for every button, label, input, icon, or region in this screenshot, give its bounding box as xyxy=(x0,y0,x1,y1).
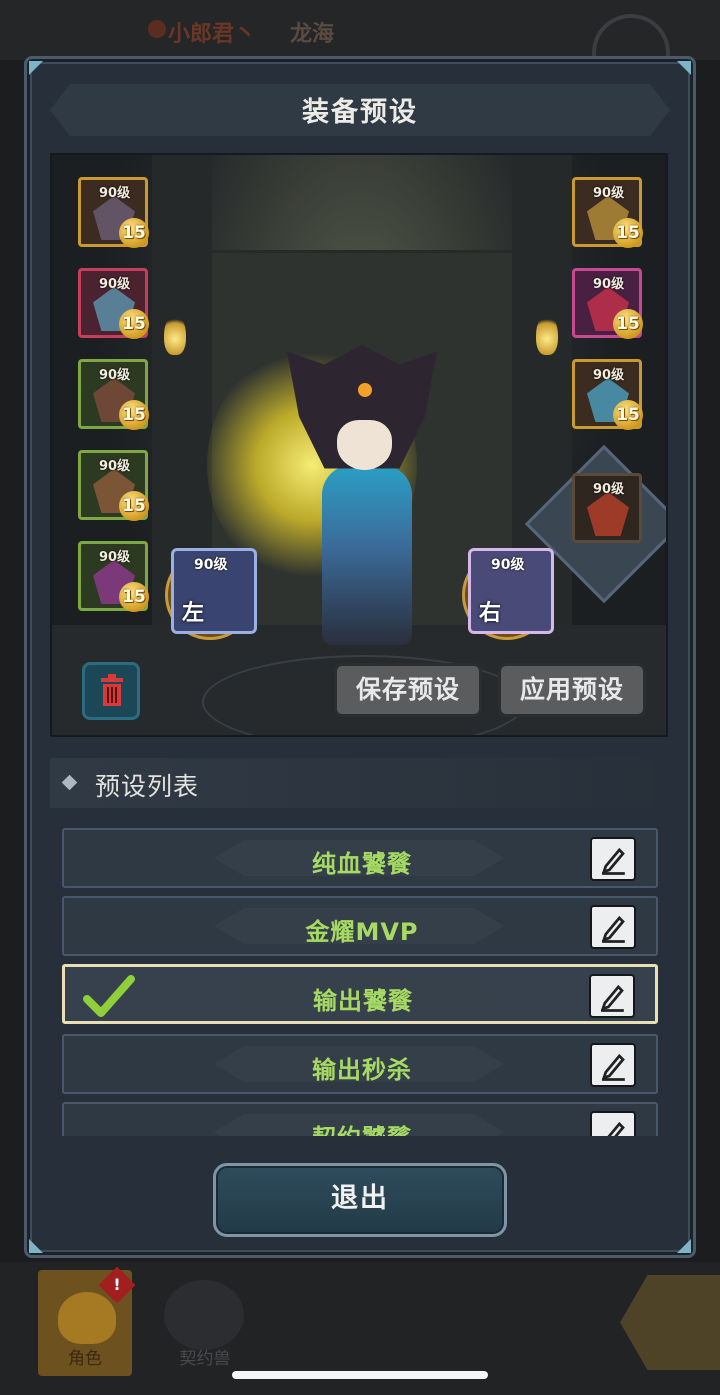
pencil-icon xyxy=(600,984,624,1012)
preset-name: 输出秒杀 xyxy=(312,1056,412,1084)
slot-level: 90级 xyxy=(99,550,131,565)
pencil-icon xyxy=(607,1121,625,1136)
corner-ornament xyxy=(677,1239,691,1253)
slot-level: 90级 xyxy=(593,368,625,383)
equip-slot-necklace[interactable]: 90级 15 xyxy=(572,359,643,430)
edit-preset-button[interactable] xyxy=(590,905,636,949)
weapon-level: 90级 xyxy=(491,557,525,573)
weapon-slot-left[interactable]: 90级 左 xyxy=(165,548,257,640)
apply-preset-button[interactable]: 应用预设 xyxy=(498,663,646,717)
equip-slot-cape[interactable]: 90级 15 xyxy=(78,541,149,612)
slot-level: 90级 xyxy=(99,459,131,474)
equip-slot-ring[interactable]: 90级 15 xyxy=(572,268,643,339)
weapon-side-label: 左 xyxy=(182,601,205,626)
slot-level: 90级 xyxy=(593,277,625,292)
enhance-badge: 15 xyxy=(119,218,149,248)
tab-contract-beast-label[interactable]: 契约兽 xyxy=(150,1344,260,1369)
preset-row[interactable]: 输出秒杀 xyxy=(62,1034,658,1094)
enhance-badge: 15 xyxy=(119,309,149,339)
hero-face xyxy=(337,420,392,470)
torch-icon xyxy=(536,315,558,355)
delete-preset-button[interactable] xyxy=(82,662,140,720)
character-preview: 90级 15 90级 15 90级 15 90级 15 90级 15 90级 1… xyxy=(50,153,668,737)
slot-level: 90级 xyxy=(99,277,131,292)
edit-preset-button[interactable] xyxy=(590,1111,636,1136)
preset-name: 纯血饕餮 xyxy=(312,850,412,878)
weapon-side-label: 右 xyxy=(479,601,502,626)
corner-ornament xyxy=(677,61,691,75)
slot-level: 90级 xyxy=(593,482,625,497)
preset-row-selected[interactable]: 输出饕餮 xyxy=(62,964,658,1024)
slot-level: 90级 xyxy=(99,186,131,201)
preset-list[interactable]: 纯血饕餮 金耀MVP 输出饕餮 输出秒杀 契约饕餮 xyxy=(62,828,658,1136)
enhance-badge: 15 xyxy=(119,582,149,612)
enhance-badge: 15 xyxy=(613,218,643,248)
diamond-bullet-icon xyxy=(61,774,78,791)
edit-preset-button[interactable] xyxy=(590,1043,636,1087)
preset-row[interactable]: 契约饕餮 xyxy=(62,1102,658,1136)
pencil-icon xyxy=(601,915,625,943)
equip-slot-shoulder[interactable]: 90级 15 xyxy=(78,359,149,430)
save-preset-button[interactable]: 保存预设 xyxy=(334,663,482,717)
torch-icon xyxy=(164,315,186,355)
weapon-slot-right[interactable]: 90级 右 xyxy=(462,548,554,640)
equip-slot-mount[interactable]: 90级 15 xyxy=(572,177,643,248)
slot-level: 90级 xyxy=(593,186,625,201)
guild-emblem-icon xyxy=(148,20,166,38)
equip-slot-gloves[interactable]: 90级 15 xyxy=(78,450,149,521)
enhance-badge: 15 xyxy=(119,491,149,521)
paw-icon[interactable] xyxy=(164,1280,244,1350)
preset-list-title: 预设列表 xyxy=(95,772,200,801)
character-tab-icon xyxy=(58,1292,116,1344)
preset-name: 金耀MVP xyxy=(305,918,419,946)
equip-slot-helmet[interactable]: 90级 15 xyxy=(78,177,149,248)
tab-character-label: 角色 xyxy=(68,1349,102,1369)
pencil-icon xyxy=(601,847,625,875)
player-name: 小郎君丶 xyxy=(168,22,257,47)
edit-preset-button[interactable] xyxy=(589,974,635,1018)
preset-row[interactable]: 纯血饕餮 xyxy=(62,828,658,888)
enhance-badge: 15 xyxy=(613,309,643,339)
helmet-eye-icon xyxy=(358,383,372,397)
corner-ornament xyxy=(29,61,43,75)
weapon-card-left: 90级 左 xyxy=(171,548,257,634)
alert-badge-text: ! xyxy=(113,1275,121,1294)
server-name: 龙海 xyxy=(290,22,335,47)
hero-body xyxy=(322,465,412,645)
weapon-card-right: 90级 右 xyxy=(468,548,554,634)
preset-row[interactable]: 金耀MVP xyxy=(62,896,658,956)
preset-name: 契约饕餮 xyxy=(64,1118,658,1136)
enhance-badge: 15 xyxy=(119,400,149,430)
equip-slot-armor[interactable]: 90级 15 xyxy=(78,268,149,339)
wing-icon xyxy=(587,492,629,536)
preset-list-header: 预设列表 xyxy=(50,758,670,808)
corner-ornament xyxy=(29,1239,43,1253)
pencil-icon xyxy=(601,1053,625,1081)
exit-button[interactable]: 退出 xyxy=(213,1163,507,1237)
slot-level: 90级 xyxy=(99,368,131,383)
home-indicator[interactable] xyxy=(232,1371,488,1379)
preset-name: 输出饕餮 xyxy=(313,987,413,1015)
enhance-badge: 15 xyxy=(613,400,643,430)
equip-slot-special[interactable]: 90级 xyxy=(572,473,642,543)
trash-icon xyxy=(101,674,123,706)
dialog-title: 装备预设 xyxy=(302,97,418,128)
weapon-level: 90级 xyxy=(194,557,228,573)
edit-preset-button[interactable] xyxy=(590,837,636,881)
